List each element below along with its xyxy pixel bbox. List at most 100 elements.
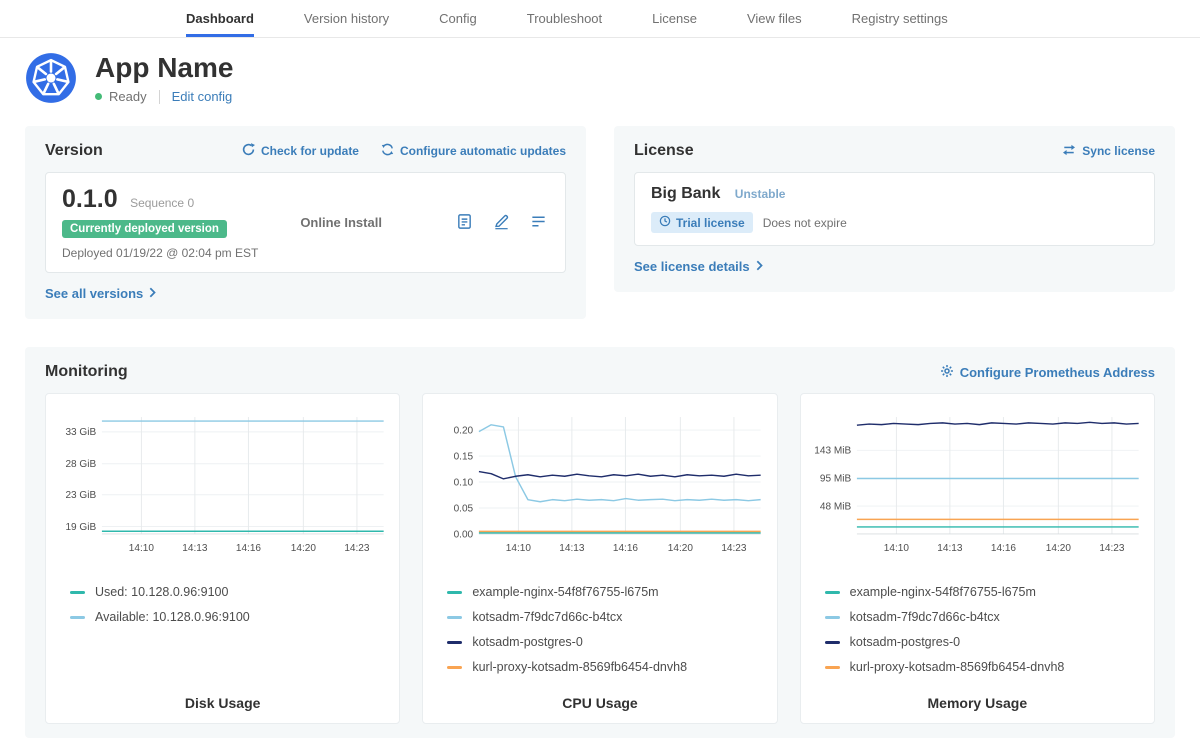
deployed-timestamp: Deployed 01/19/22 @ 02:04 pm EST [62,246,258,260]
trial-license-badge: Trial license [651,212,753,233]
page-title: App Name [95,52,233,84]
chart-panel-memory-usage: 48 MiB 95 MiB 143 MiB 14:10 14:13 14:16 14:20 1… [800,393,1155,724]
customer-name: Big Bank [651,185,720,202]
top-nav: Dashboard Version history Config Trouble… [0,0,1200,38]
svg-text:48 MiB: 48 MiB [820,501,852,512]
chevron-right-icon [149,286,156,301]
release-notes-button[interactable] [454,211,475,235]
see-license-details-link[interactable]: See license details [634,259,763,274]
kots-dashboard: Dashboard Version history Config Trouble… [0,0,1200,746]
cpu-usage-legend: example-nginx-54f8f76755-l675m kotsadm-7… [447,574,768,685]
configure-prometheus-button[interactable]: Configure Prometheus Address [940,364,1155,381]
memory-usage-chart: 48 MiB 95 MiB 143 MiB 14:10 14:13 14:16 14:20 1… [809,404,1146,570]
legend-swatch [447,641,462,644]
svg-text:95 MiB: 95 MiB [820,474,852,485]
status-dot-icon [95,93,102,100]
configure-automatic-updates-button[interactable]: Configure automatic updates [381,143,566,159]
legend-item: Used: 10.128.0.96:9100 [70,585,391,599]
tab-license[interactable]: License [652,0,697,37]
tab-registry-settings[interactable]: Registry settings [852,0,948,37]
svg-text:28 GiB: 28 GiB [65,459,96,470]
kubernetes-logo-icon [25,52,77,104]
memory-usage-legend: example-nginx-54f8f76755-l675m kotsadm-7… [825,574,1146,685]
disk-usage-legend: Used: 10.128.0.96:9100 Available: 10.128… [70,574,391,635]
svg-text:0.05: 0.05 [454,503,474,514]
version-info: 0.1.0 Sequence 0 Currently deployed vers… [62,185,258,260]
tab-dashboard[interactable]: Dashboard [186,0,254,37]
svg-text:14:20: 14:20 [291,543,317,554]
legend-swatch [825,641,840,644]
svg-text:14:16: 14:16 [236,543,262,554]
svg-text:14:13: 14:13 [182,543,208,554]
chart-title: Memory Usage [809,685,1146,715]
tab-view-files[interactable]: View files [747,0,802,37]
svg-text:14:23: 14:23 [1099,543,1125,554]
legend-swatch [70,616,85,619]
check-for-update-button[interactable]: Check for update [242,143,359,159]
svg-text:14:10: 14:10 [883,543,909,554]
deployed-badge: Currently deployed version [62,220,227,238]
svg-text:143 MiB: 143 MiB [814,446,851,457]
legend-item: kurl-proxy-kotsadm-8569fb6454-dnvh8 [447,660,768,674]
release-notes-icon [456,213,473,233]
deploy-logs-button[interactable] [528,211,549,235]
version-actions [454,211,549,235]
svg-text:14:20: 14:20 [1045,543,1071,554]
svg-text:19 GiB: 19 GiB [65,522,96,533]
legend-swatch [70,591,85,594]
svg-text:0.10: 0.10 [454,477,474,488]
edit-config-button[interactable] [491,211,512,235]
legend-swatch [825,666,840,669]
chart-title: CPU Usage [431,685,768,715]
divider [159,90,160,104]
logs-lines-icon [530,213,547,233]
svg-text:14:13: 14:13 [937,543,963,554]
svg-text:0.20: 0.20 [454,425,474,436]
see-all-versions-link[interactable]: See all versions [45,286,156,301]
auto-update-icon [381,143,394,159]
tab-troubleshoot[interactable]: Troubleshoot [527,0,602,37]
chart-panel-disk-usage: 19 GiB23 GiB28 GiB33 GiB14:1014:1314:161… [45,393,400,724]
svg-text:14:16: 14:16 [613,543,639,554]
legend-item: example-nginx-54f8f76755-l675m [447,585,768,599]
svg-text:14:10: 14:10 [129,543,155,554]
chevron-right-icon [756,259,763,274]
license-panel: Big Bank Unstable Trial license [634,172,1155,246]
license-card-title: License [634,142,694,160]
sequence-label: Sequence 0 [130,196,194,210]
clock-icon [659,215,671,230]
legend-swatch [447,616,462,619]
tab-config[interactable]: Config [439,0,477,37]
chart-panel-cpu-usage: 0.00 0.05 0.10 0.15 0.20 14:10 14:13 14:16 14:20… [422,393,777,724]
install-type-label: Online Install [300,215,382,230]
svg-text:14:10: 14:10 [506,543,532,554]
svg-text:14:23: 14:23 [722,543,748,554]
edit-config-link[interactable]: Edit config [172,89,233,104]
svg-text:0.15: 0.15 [454,451,474,462]
expiration-text: Does not expire [763,216,847,230]
app-header: App Name Ready Edit config [25,38,1175,108]
legend-item: kurl-proxy-kotsadm-8569fb6454-dnvh8 [825,660,1146,674]
version-number: 0.1.0 [62,185,118,213]
disk-usage-chart: 19 GiB23 GiB28 GiB33 GiB14:1014:1314:161… [54,404,391,570]
svg-text:0.00: 0.00 [454,529,474,540]
chart-title: Disk Usage [54,685,391,715]
sync-license-button[interactable]: Sync license [1062,144,1155,159]
license-card: License Sync license [614,126,1175,292]
version-card-title: Version [45,142,103,160]
edit-pen-icon [493,213,510,233]
svg-text:33 GiB: 33 GiB [65,427,96,438]
legend-swatch [447,591,462,594]
svg-text:14:20: 14:20 [668,543,694,554]
svg-text:14:16: 14:16 [991,543,1017,554]
legend-item: Available: 10.128.0.96:9100 [70,610,391,624]
legend-swatch [825,616,840,619]
tab-version-history[interactable]: Version history [304,0,389,37]
monitoring-card: Monitoring Configure Prometheus Address [25,347,1175,738]
app-status: Ready [109,89,147,104]
gear-icon [940,364,954,381]
legend-swatch [447,666,462,669]
svg-text:14:23: 14:23 [344,543,370,554]
version-card: Version Check for update [25,126,586,319]
svg-text:14:13: 14:13 [560,543,586,554]
